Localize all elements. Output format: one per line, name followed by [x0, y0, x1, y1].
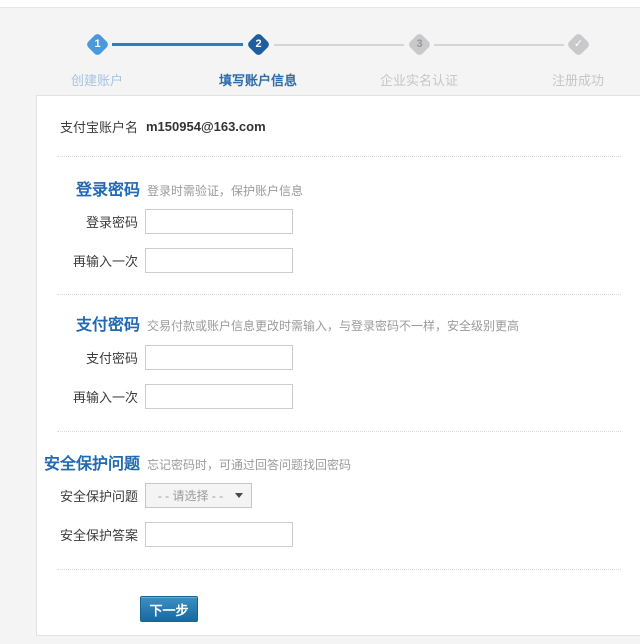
security-answer-row: 安全保护答案 — [37, 522, 640, 547]
section-divider — [57, 431, 621, 432]
next-step-button[interactable]: 下一步 — [140, 596, 198, 622]
security-question-section-header: 安全保护问题 忘记密码时，可通过回答问题找回密码 — [37, 450, 640, 474]
step-2-label: 填写账户信息 — [197, 70, 319, 89]
security-answer-input[interactable] — [145, 522, 293, 547]
step-4-check-icon: ✓ — [570, 36, 587, 53]
account-name-row: 支付宝账户名 m150954@163.com — [37, 117, 640, 136]
pay-password-confirm-input[interactable] — [145, 384, 293, 409]
step-2-diamond-icon: 2 — [246, 32, 270, 56]
step-3-diamond-icon: 3 — [407, 32, 431, 56]
pay-password-confirm-label: 再输入一次 — [37, 387, 138, 406]
login-password-row: 登录密码 — [37, 209, 640, 234]
login-password-input[interactable] — [145, 209, 293, 234]
section-divider — [57, 294, 621, 295]
step-1-number: 1 — [89, 36, 106, 53]
pay-password-section-header: 支付密码 交易付款或账户信息更改时需输入，与登录密码不一样，安全级别更高 — [37, 311, 640, 335]
step-1-label: 创建账户 — [36, 70, 158, 89]
security-question-section-hint: 忘记密码时，可通过回答问题找回密码 — [147, 456, 351, 473]
pay-password-confirm-row: 再输入一次 — [37, 384, 640, 409]
pay-password-section-hint: 交易付款或账户信息更改时需输入，与登录密码不一样，安全级别更高 — [147, 317, 519, 334]
security-question-select[interactable]: - - 请选择 - - — [145, 483, 252, 508]
account-name-label: 支付宝账户名 — [37, 117, 138, 136]
step-3-label: 企业实名认证 — [358, 70, 480, 89]
section-divider — [57, 156, 621, 157]
security-question-label: 安全保护问题 — [37, 486, 138, 505]
login-password-confirm-label: 再输入一次 — [37, 251, 138, 270]
step-2-number: 2 — [250, 36, 267, 53]
security-question-row: 安全保护问题 - - 请选择 - - — [37, 483, 640, 508]
security-question-selected-value: - - 请选择 - - — [146, 487, 235, 504]
pay-password-label: 支付密码 — [37, 348, 138, 367]
button-row: 下一步 — [37, 596, 640, 622]
security-answer-label: 安全保护答案 — [37, 525, 138, 544]
step-create-account: 1 创建账户 — [36, 33, 158, 89]
step-register-success: ✓ 注册成功 — [517, 33, 639, 89]
step-fill-account-info: 2 填写账户信息 — [197, 33, 319, 89]
registration-stepper: 1 创建账户 2 填写账户信息 3 企业实名认证 ✓ 注册成功 — [0, 9, 640, 91]
step-enterprise-verification: 3 企业实名认证 — [358, 33, 480, 89]
login-password-label: 登录密码 — [37, 212, 138, 231]
top-strip — [0, 0, 640, 8]
pay-password-section-title: 支付密码 — [37, 311, 140, 335]
step-3-number: 3 — [411, 36, 428, 53]
login-password-section-title: 登录密码 — [37, 176, 140, 200]
step-1-diamond-icon: 1 — [85, 32, 109, 56]
pay-password-row: 支付密码 — [37, 345, 640, 370]
section-divider — [57, 569, 621, 570]
login-password-confirm-row: 再输入一次 — [37, 248, 640, 273]
chevron-down-icon — [235, 493, 243, 498]
form-panel: 支付宝账户名 m150954@163.com 登录密码 登录时需验证，保护账户信… — [36, 95, 640, 636]
pay-password-input[interactable] — [145, 345, 293, 370]
account-name-value: m150954@163.com — [146, 119, 266, 134]
security-question-section-title: 安全保护问题 — [37, 450, 140, 474]
step-4-diamond-icon: ✓ — [566, 32, 590, 56]
step-4-label: 注册成功 — [517, 70, 639, 89]
login-password-section-header: 登录密码 登录时需验证，保护账户信息 — [37, 176, 640, 200]
login-password-confirm-input[interactable] — [145, 248, 293, 273]
login-password-section-hint: 登录时需验证，保护账户信息 — [147, 182, 303, 199]
